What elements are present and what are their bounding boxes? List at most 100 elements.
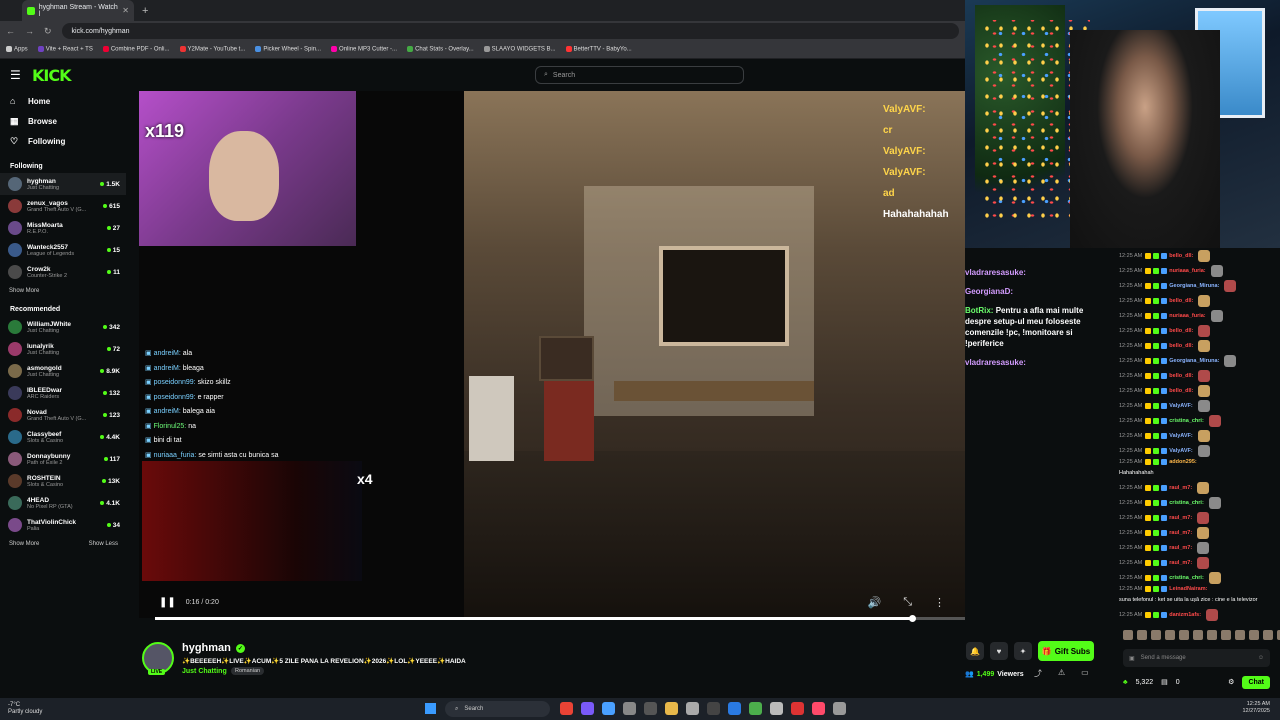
chat-username[interactable]: bello_dll: [1169, 298, 1193, 304]
emote-icon[interactable] [1221, 630, 1231, 640]
chat-username[interactable]: raul_m7: [1169, 545, 1192, 551]
volume-icon[interactable]: 🔊 [867, 596, 881, 609]
video-progress-bar[interactable] [155, 615, 965, 622]
kick-logo[interactable]: KICK [32, 66, 71, 85]
emote-icon[interactable] [1207, 630, 1217, 640]
chat-username[interactable]: Georgiana_Miruna: [1169, 358, 1219, 364]
bookmark-item[interactable]: BetterTTV - BabyYo... [565, 46, 632, 53]
chat-username[interactable]: addon295: [1169, 459, 1197, 465]
taskbar-app-icon[interactable] [833, 702, 846, 715]
taskbar-app-icon[interactable] [623, 702, 636, 715]
url-bar[interactable]: kick.com/hyghman [61, 23, 959, 39]
sidebar-nav-browse[interactable]: ▦ Browse [0, 111, 126, 131]
chat-username[interactable]: ValyAVF: [1169, 448, 1192, 454]
sidebar-channel-classybeef[interactable]: Classybeef Slots & Casino 4.4K [0, 426, 126, 448]
chat-username[interactable]: raul_m7: [1169, 485, 1192, 491]
system-tray-clock[interactable]: 12:25 AM 12/27/2025 [1242, 701, 1270, 715]
more-options-icon[interactable]: ⋮ [934, 596, 945, 609]
show-more-following[interactable]: Show More [9, 288, 39, 294]
taskbar-search[interactable]: ⌕ Search [445, 701, 550, 717]
predictions-icon[interactable]: ▤ [1161, 678, 1168, 686]
follow-heart-icon[interactable]: ♥ [990, 642, 1008, 660]
points-value[interactable]: 5,322 [1136, 679, 1154, 686]
bookmark-item[interactable]: Combine PDF - Onli... [102, 46, 170, 53]
taskbar-app-icon[interactable] [665, 702, 678, 715]
browser-tab[interactable]: hyghman Stream - Watch l ✕ [22, 0, 134, 21]
bookmark-item[interactable]: Picker Wheel - Spin... [255, 46, 321, 53]
bookmark-item[interactable]: Chat Stats - Overlay... [407, 46, 474, 53]
sidebar-channel-wanteck2557[interactable]: Wanteck2557 League of Legends 15 [0, 239, 126, 261]
chat-username[interactable]: bello_dll: [1169, 388, 1193, 394]
sidebar-channel-crow2k[interactable]: Crow2k Counter-Strike 2 11 [0, 261, 126, 283]
video-player[interactable]: x119 x4 ▣ andreiM: ala ▣ andreiM: bleaga ▣… [139, 91, 965, 618]
taskbar-app-icon[interactable] [770, 702, 783, 715]
sidebar-channel-4head[interactable]: 4HEAD No Pixel RP (GTA) 4.1K [0, 492, 126, 514]
chat-username[interactable]: raul_m7: [1169, 530, 1192, 536]
bookmark-item[interactable]: Vite + React + TS [37, 46, 93, 53]
sidebar-channel-missmoarta[interactable]: MissMoarta R.E.P.O. 27 [0, 217, 126, 239]
show-more-recommended[interactable]: Show More [9, 541, 39, 547]
emote-icon[interactable] [1165, 630, 1175, 640]
chat-username[interactable]: Georgiana_Miruna: [1169, 283, 1219, 289]
chat-username[interactable]: raul_m7: [1169, 515, 1192, 521]
sidebar-channel-williamjwhite[interactable]: WilliamJWhite Just Chatting 342 [0, 316, 126, 338]
back-icon[interactable]: ← [6, 26, 15, 36]
sidebar-channel-hyghman[interactable]: hyghman Just Chatting 1.5K [0, 173, 126, 195]
chat-input[interactable]: ▣ Send a message ☺ [1123, 649, 1270, 667]
stream-category[interactable]: Just Chatting [182, 668, 227, 675]
chat-username[interactable]: bello_dll: [1169, 373, 1193, 379]
reload-icon[interactable]: ↻ [44, 26, 52, 37]
taskbar-app-icon[interactable] [560, 702, 573, 715]
emote-icon[interactable] [1123, 630, 1133, 640]
menu-icon[interactable]: ☰ [10, 68, 24, 82]
weather-widget[interactable]: -7°C Partly cloudy [8, 702, 42, 716]
chat-username[interactable]: cristina_chri: [1169, 500, 1204, 506]
chat-username[interactable]: raul_m7: [1169, 560, 1192, 566]
sidebar-channel-asmongold[interactable]: asmongold Just Chatting 8.9K [0, 360, 126, 382]
bookmark-item[interactable]: SLAAYO WIDGETS B... [483, 46, 556, 53]
chat-send-button[interactable]: Chat [1242, 675, 1270, 689]
taskbar-app-icon[interactable] [728, 702, 741, 715]
chat-username[interactable]: LeinadNairam: [1169, 586, 1207, 592]
taskbar-app-icon[interactable] [644, 702, 657, 715]
sidebar-channel-ibleedwar[interactable]: IBLEEDwar ARC Raiders 132 [0, 382, 126, 404]
taskbar-app-icon[interactable] [749, 702, 762, 715]
language-tag[interactable]: Romanian [231, 667, 265, 675]
show-less-recommended[interactable]: Show Less [89, 541, 118, 547]
pause-icon[interactable]: ❚❚ [159, 597, 176, 608]
chat-username[interactable]: ValyAVF: [1169, 433, 1192, 439]
report-icon[interactable]: ⚠ [1058, 668, 1065, 679]
emote-icon[interactable] [1249, 630, 1259, 640]
chat-username[interactable]: nuriaaa_furia: [1169, 313, 1205, 319]
sidebar-channel-lunalyrik[interactable]: lunalyrik Just Chatting 72 [0, 338, 126, 360]
bookmark-item[interactable]: Apps [6, 46, 28, 53]
sidebar-nav-following[interactable]: ♡ Following [0, 131, 126, 151]
close-tab-icon[interactable]: ✕ [122, 6, 129, 15]
sidebar-channel-roshtein[interactable]: ROSHTEIN Slots & Casino 13K [0, 470, 126, 492]
chat-username[interactable]: cristina_chri: [1169, 418, 1204, 424]
taskbar-app-icon[interactable] [602, 702, 615, 715]
chat-username[interactable]: cristina_chri: [1169, 575, 1204, 581]
new-tab-icon[interactable]: + [142, 5, 148, 17]
emote-icon[interactable] [1179, 630, 1189, 640]
emote-icon[interactable] [1263, 630, 1273, 640]
chat-username[interactable]: danizm1afs: [1169, 612, 1201, 618]
emote-icon[interactable] [1235, 630, 1245, 640]
search-input[interactable]: ⌕ Search [535, 66, 744, 84]
sidebar-nav-home[interactable]: ⌂ Home [0, 91, 126, 111]
chat-username[interactable]: bello_dll: [1169, 343, 1193, 349]
sidebar-channel-novad[interactable]: Novad Grand Theft Auto V (G... 123 [0, 404, 126, 426]
chat-username[interactable]: bello_dll: [1169, 253, 1193, 259]
chat-username[interactable]: nuriaaa_furia: [1169, 268, 1205, 274]
share-icon[interactable]: ⤴ [1034, 668, 1042, 679]
video-progress-knob[interactable] [909, 615, 917, 622]
emote-icon[interactable] [1137, 630, 1147, 640]
chat-username[interactable]: ValyAVF: [1169, 403, 1192, 409]
sidebar-channel-zenux_vagos[interactable]: zenux_vagos Grand Theft Auto V (G... 615 [0, 195, 126, 217]
forward-icon[interactable]: → [25, 26, 34, 36]
taskbar-app-icon[interactable] [791, 702, 804, 715]
fullscreen-exit-icon[interactable]: ⤡ [903, 596, 912, 609]
gift-subs-button[interactable]: 🎁 Gift Subs [1038, 641, 1094, 661]
taskbar-app-icon[interactable] [707, 702, 720, 715]
emote-icon[interactable] [1193, 630, 1203, 640]
